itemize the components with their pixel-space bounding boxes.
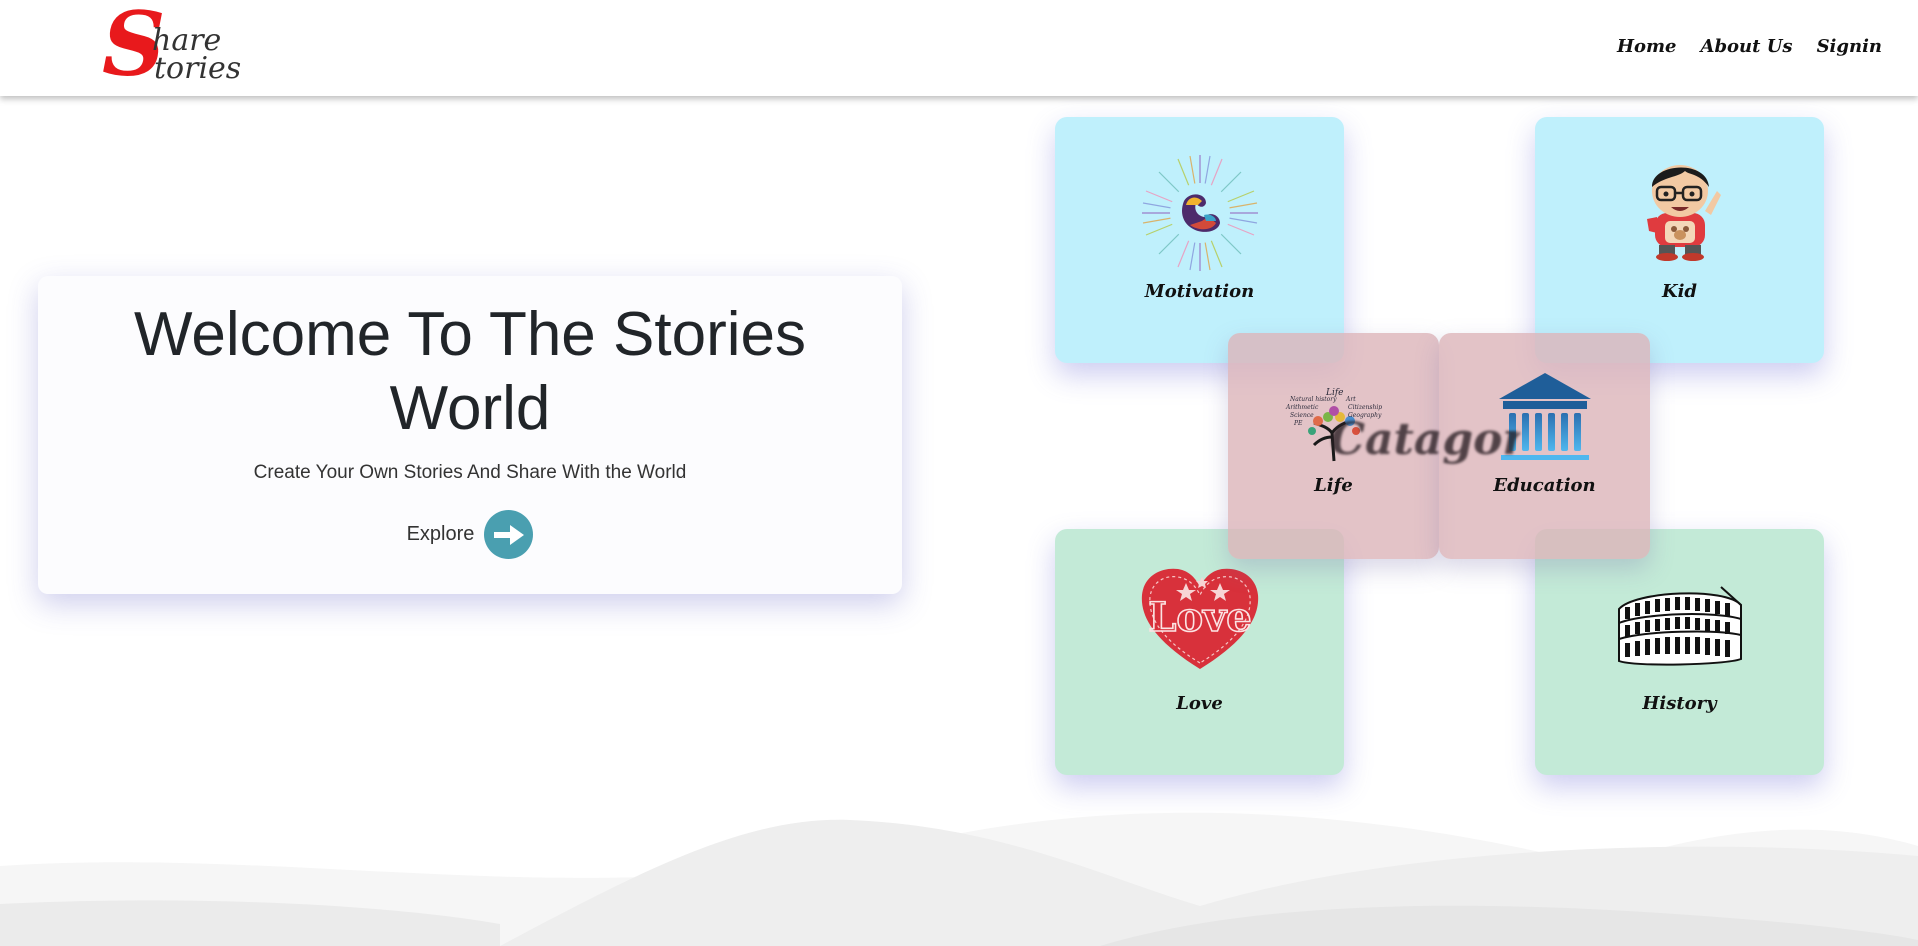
heart-love-icon: Love <box>1138 565 1262 679</box>
category-label: Education <box>1493 475 1596 496</box>
love-icon-text: Love <box>1148 594 1252 641</box>
title-line-2: World <box>389 374 551 443</box>
category-card-kid[interactable]: Kid <box>1535 117 1824 363</box>
wave-background <box>0 812 1918 946</box>
life-icon-word: Science <box>1290 412 1314 419</box>
categories-heading: Catagories <box>1330 414 1520 465</box>
welcome-card: Welcome To The Stories World Create Your… <box>38 276 902 594</box>
life-icon-word: Art <box>1345 396 1356 403</box>
category-label: Motivation <box>1144 281 1255 302</box>
category-label: Life <box>1314 475 1353 496</box>
category-label: Love <box>1176 693 1223 714</box>
cartoon-kid-icon <box>1635 153 1725 267</box>
category-card-history[interactable]: History <box>1535 529 1824 775</box>
welcome-subtitle: Create Your Own Stories And Share With t… <box>253 462 687 483</box>
life-icon-word: Citizenship <box>1348 404 1382 411</box>
logo-line-2: tories <box>154 51 242 86</box>
title-line-1: Welcome To The Stories <box>134 300 806 369</box>
category-card-motivation[interactable]: Motivation <box>1055 117 1344 363</box>
category-label: History <box>1642 693 1717 714</box>
life-icon-word: Natural history <box>1289 396 1337 403</box>
page-title: Welcome To The Stories World <box>38 298 902 446</box>
explore-label: Explore <box>406 523 475 545</box>
navbar: S hare tories Home About Us Signin <box>0 0 1918 96</box>
nav-signin-link[interactable]: Signin <box>1817 36 1882 57</box>
nav-home-link[interactable]: Home <box>1617 36 1677 57</box>
nav-links: Home About Us Signin <box>1617 36 1882 57</box>
category-card-love[interactable]: Love Love <box>1055 529 1344 775</box>
flexed-bicep-icon <box>1140 153 1260 277</box>
life-icon-word: Arithmetic <box>1285 404 1319 411</box>
explore-button[interactable]: Explore <box>407 510 534 559</box>
arrow-right-icon[interactable] <box>484 510 534 559</box>
category-label: Kid <box>1661 281 1698 302</box>
colosseum-icon <box>1615 579 1745 673</box>
life-icon-word: PE <box>1293 420 1303 427</box>
share-stories-logo[interactable]: S hare tories <box>102 0 262 88</box>
nav-about-us-link[interactable]: About Us <box>1701 36 1793 57</box>
